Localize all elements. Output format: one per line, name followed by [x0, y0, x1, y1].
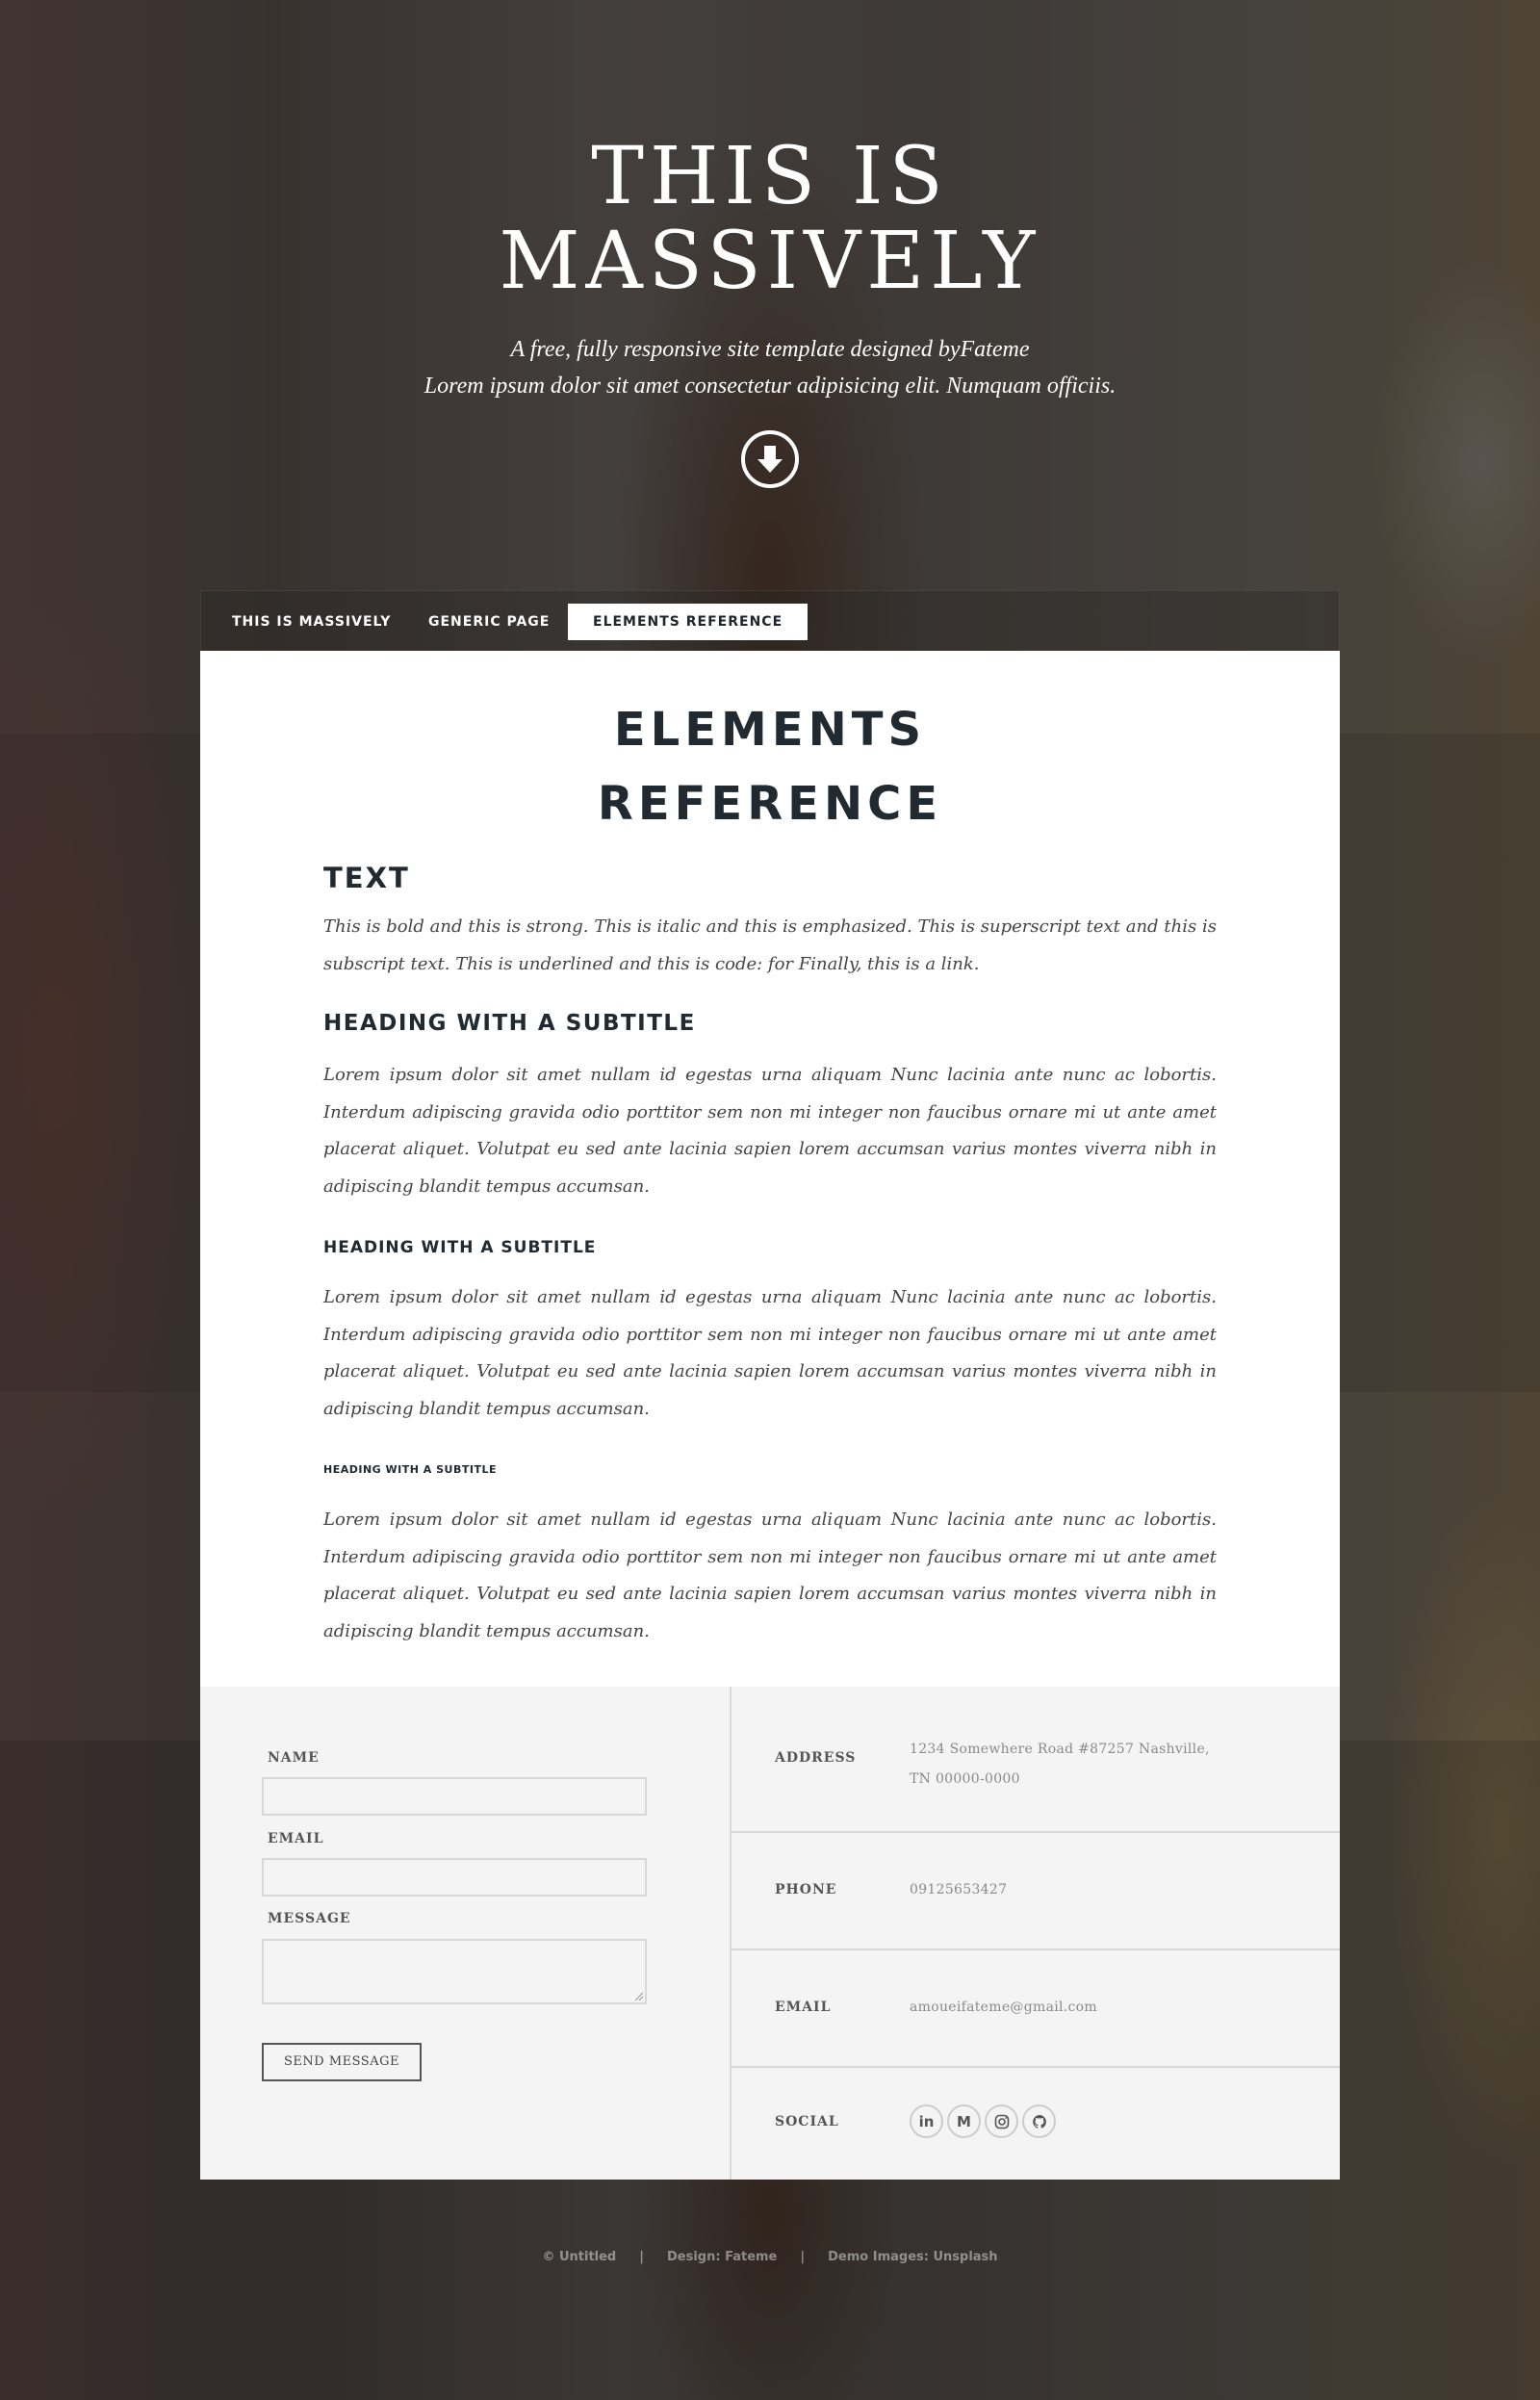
section-text: Lorem ipsum dolor sit amet nullam id ege…: [323, 1510, 1217, 1641]
social-icons: in M: [910, 2104, 1056, 2139]
separator: |: [800, 2250, 806, 2264]
hero: THIS IS MASSIVELY A free, fully responsi…: [0, 0, 1540, 597]
copyright-item: Design: Fateme: [667, 2250, 778, 2264]
section-heading: HEADING WITH A SUBTITLE: [323, 1238, 597, 1257]
section-text: Lorem ipsum dolor sit amet nullam id ege…: [323, 1065, 1217, 1197]
hero-title: THIS IS MASSIVELY: [0, 135, 1540, 304]
message-field[interactable]: [262, 1939, 647, 2004]
nav-item-elements-reference[interactable]: ELEMENTS REFERENCE: [568, 604, 808, 640]
email-label: EMAIL: [268, 1831, 324, 1846]
page-title: ELEMENTS REFERENCE: [200, 693, 1340, 841]
social-row: SOCIAL in M: [732, 2068, 1340, 2180]
copyright-item: © Untitled: [542, 2250, 617, 2264]
address-row: ADDRESS 1234 Somewhere Road #87257 Nashv…: [732, 1687, 1340, 1833]
section-text: Lorem ipsum dolor sit amet nullam id ege…: [323, 1287, 1217, 1419]
email-value[interactable]: amoueifateme@gmail.com: [910, 1993, 1097, 2023]
name-label: NAME: [268, 1750, 320, 1766]
phone-row: PHONE 09125653427: [732, 1833, 1340, 1950]
page-title-line: ELEMENTS: [613, 703, 927, 757]
email-label: EMAIL: [775, 2000, 832, 2015]
section-text: This is bold and this is strong. This is…: [323, 916, 1217, 974]
nav-item-generic-page[interactable]: GENERIC PAGE: [428, 604, 550, 640]
github-icon[interactable]: [1022, 2104, 1056, 2138]
arrow-down-circle-icon[interactable]: [741, 430, 799, 488]
hero-subtitle-line: A free, fully responsive site template d…: [510, 337, 1030, 362]
main-content: ELEMENTS REFERENCE TEXT This is bold and…: [200, 651, 1340, 1687]
phone-label: PHONE: [775, 1882, 837, 1897]
name-field[interactable]: [262, 1777, 647, 1816]
separator: |: [639, 2250, 644, 2264]
social-label: SOCIAL: [775, 2114, 839, 2129]
page-title-line: REFERENCE: [597, 777, 943, 831]
send-message-button[interactable]: SEND MESSAGE: [262, 2043, 422, 2081]
hero-subtitle-line: Lorem ipsum dolor sit amet consectetur a…: [424, 374, 1116, 399]
email-row: EMAIL amoueifateme@gmail.com: [732, 1950, 1340, 2068]
hero-title-line: THIS IS: [591, 131, 949, 222]
hero-subtitle: A free, fully responsive site template d…: [0, 331, 1540, 404]
nav-item-this-is-massively[interactable]: THIS IS MASSIVELY: [232, 604, 391, 640]
message-label: MESSAGE: [268, 1911, 351, 1926]
section-heading: HEADING WITH A SUBTITLE: [323, 1011, 696, 1036]
address-label: ADDRESS: [775, 1750, 857, 1766]
instagram-icon[interactable]: [985, 2104, 1018, 2138]
hero-title-line: MASSIVELY: [499, 216, 1041, 307]
copyright: © Untitled | Design: Fateme | Demo Images: U…: [0, 2250, 1540, 2264]
contact-section: NAME EMAIL MESSAGE SEND MESSAGE ADDRESS …: [200, 1687, 1340, 2180]
section-heading: HEADING WITH A SUBTITLE: [323, 1463, 497, 1476]
address-line: TN 00000-0000: [910, 1771, 1020, 1787]
copyright-item[interactable]: Demo Images: Unsplash: [828, 2250, 997, 2264]
resize-handle-icon[interactable]: [635, 1993, 643, 2000]
medium-icon[interactable]: M: [947, 2104, 981, 2138]
address-value: 1234 Somewhere Road #87257 Nashville, TN…: [910, 1735, 1210, 1794]
address-line: 1234 Somewhere Road #87257 Nashville,: [910, 1742, 1210, 1757]
section-heading: TEXT: [323, 862, 410, 894]
email-field[interactable]: [262, 1858, 647, 1897]
phone-value: 09125653427: [910, 1882, 1008, 1897]
linkedin-icon[interactable]: in: [910, 2104, 943, 2138]
main-nav: THIS IS MASSIVELY GENERIC PAGE ELEMENTS …: [200, 590, 1340, 652]
